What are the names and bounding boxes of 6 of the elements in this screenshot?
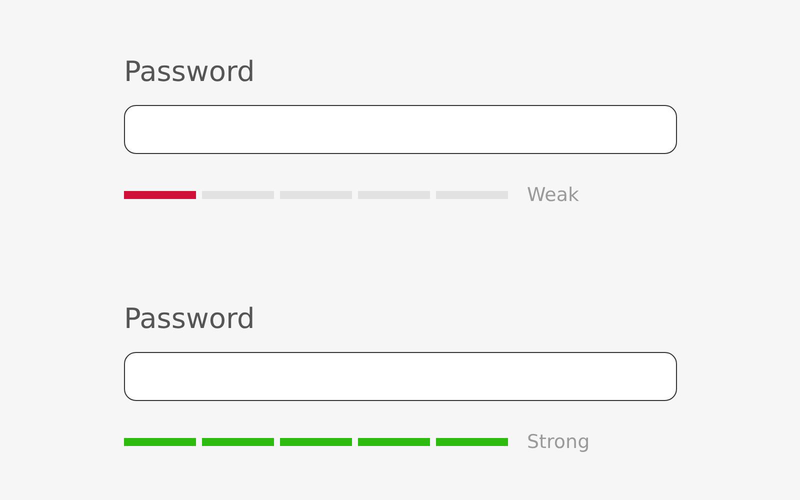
strength-text: Weak xyxy=(527,184,580,206)
password-field[interactable] xyxy=(124,352,677,401)
password-field[interactable] xyxy=(124,105,677,154)
field-label: Password xyxy=(124,302,256,336)
strength-text: Strong xyxy=(527,431,590,453)
field-label: Password xyxy=(124,55,256,89)
